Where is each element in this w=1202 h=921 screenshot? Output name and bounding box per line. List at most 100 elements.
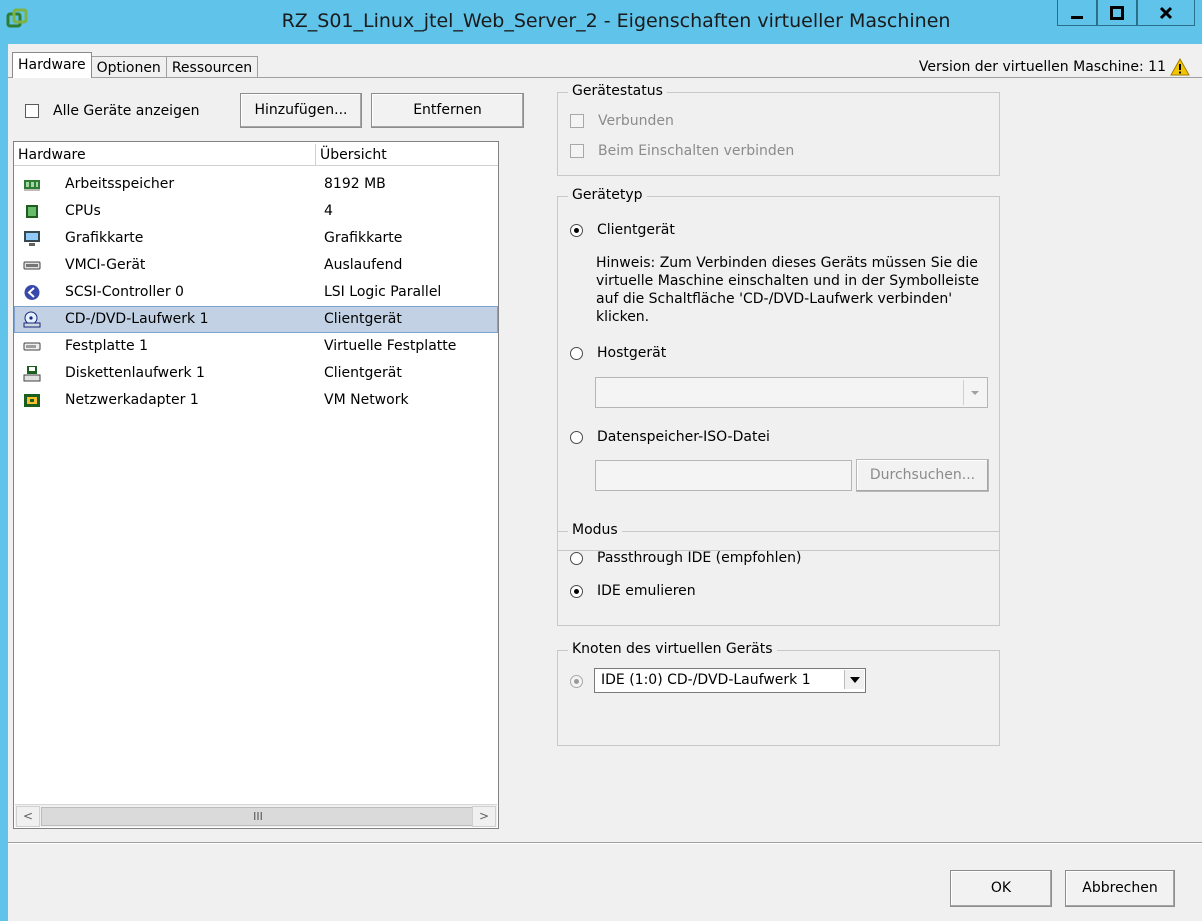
emulate-ide-option[interactable]: IDE emulieren (570, 583, 696, 599)
passthrough-ide-option[interactable]: Passthrough IDE (empfohlen) (570, 550, 801, 566)
hardware-row-cpus[interactable]: CPUs 4 (14, 198, 498, 225)
column-summary[interactable]: Übersicht (316, 144, 498, 165)
host-device-select[interactable] (595, 377, 988, 408)
hardware-row-name: CD-/DVD-Laufwerk 1 (65, 311, 209, 327)
device-node-value: IDE (1:0) CD-/DVD-Laufwerk 1 (601, 672, 811, 688)
hardware-row-hard-disk[interactable]: Festplatte 1 Virtuelle Festplatte (14, 333, 498, 360)
client-device-hint: Hinweis: Zum Verbinden dieses Geräts müs… (596, 255, 980, 325)
mode-group: Modus Passthrough IDE (empfohlen) IDE em… (557, 522, 1000, 626)
virtual-device-node-group: Knoten des virtuellen Geräts IDE (1:0) C… (557, 641, 1000, 746)
client-device-label: Clientgerät (597, 222, 675, 238)
hardware-row-name: SCSI-Controller 0 (65, 284, 184, 300)
ok-button[interactable]: OK (950, 870, 1052, 907)
connect-on-power-label: Beim Einschalten verbinden (598, 143, 795, 159)
host-device-dropdown-button[interactable] (963, 380, 985, 405)
scroll-right-button[interactable]: > (472, 806, 496, 827)
vm-version-label: Version der virtuellen Maschine: 11 (918, 59, 1166, 75)
mode-legend: Modus (568, 522, 622, 538)
client-device-option[interactable]: Clientgerät (570, 222, 675, 238)
column-hardware[interactable]: Hardware (14, 144, 316, 165)
maximize-icon (1110, 5, 1124, 20)
iso-file-radio[interactable] (570, 430, 583, 444)
passthrough-ide-radio[interactable] (570, 551, 583, 565)
iso-file-option[interactable]: Datenspeicher-ISO-Datei (570, 429, 770, 445)
device-type-group: Gerätetyp Clientgerät Hinweis: Zum Verbi… (557, 187, 1000, 551)
hardware-row-name: Diskettenlaufwerk 1 (65, 365, 205, 381)
hardware-row-name: Netzwerkadapter 1 (65, 392, 199, 408)
cancel-button[interactable]: Abbrechen (1065, 870, 1175, 907)
device-type-legend: Gerätetyp (568, 187, 647, 203)
tab-strip: Hardware Optionen Ressourcen (12, 52, 259, 78)
host-device-radio[interactable] (570, 346, 583, 360)
client-device-radio[interactable] (570, 223, 583, 237)
scroll-left-button[interactable]: < (16, 806, 40, 827)
hardware-row-summary: Clientgerät (324, 365, 402, 381)
emulate-ide-radio[interactable] (570, 584, 583, 598)
iso-file-label: Datenspeicher-ISO-Datei (597, 429, 770, 445)
chevron-down-icon (850, 677, 860, 683)
hardware-row-summary: Auslaufend (324, 257, 403, 273)
connected-option[interactable]: Verbunden (570, 113, 674, 129)
remove-button[interactable]: Entfernen (371, 93, 524, 128)
hardware-row-summary: VM Network (324, 392, 409, 408)
maximize-button[interactable] (1097, 0, 1137, 26)
hardware-row-name: CPUs (65, 203, 101, 219)
hardware-row-name: Arbeitsspeicher (65, 176, 175, 192)
network-adapter-icon (24, 394, 40, 407)
host-device-label: Hostgerät (597, 345, 667, 361)
connected-checkbox[interactable] (570, 114, 584, 128)
hardware-list-header: Hardware Übersicht (14, 144, 498, 166)
device-node-dropdown-button[interactable] (844, 670, 864, 689)
hardware-row-summary: Clientgerät (324, 311, 402, 327)
cpu-icon (26, 205, 38, 218)
scsi-controller-icon (24, 285, 40, 300)
footer-divider (8, 842, 1202, 844)
hardware-row-cd-dvd[interactable]: CD-/DVD-Laufwerk 1 Clientgerät (14, 306, 498, 333)
hardware-row-scsi-controller[interactable]: SCSI-Controller 0 LSI Logic Parallel (14, 279, 498, 306)
hardware-row-name: Grafikkarte (65, 230, 144, 246)
connect-on-power-option[interactable]: Beim Einschalten verbinden (570, 143, 794, 159)
connected-label: Verbunden (598, 113, 674, 129)
scroll-thumb[interactable]: III (41, 807, 475, 826)
horizontal-scrollbar[interactable]: < III > (15, 804, 497, 827)
hardware-row-summary: LSI Logic Parallel (324, 284, 442, 300)
hardware-row-summary: Grafikkarte (324, 230, 403, 246)
tab-divider (8, 77, 1202, 78)
add-button[interactable]: Hinzufügen... (240, 93, 362, 128)
hardware-row-name: VMCI-Gerät (65, 257, 146, 273)
hardware-row-summary: Virtuelle Festplatte (324, 338, 457, 354)
device-status-legend: Gerätestatus (568, 83, 667, 99)
browse-button[interactable]: Durchsuchen... (856, 459, 989, 492)
show-all-checkbox[interactable] (25, 104, 39, 118)
monitor-icon (24, 231, 40, 246)
hardware-row-video-card[interactable]: Grafikkarte Grafikkarte (14, 225, 498, 252)
tab-options[interactable]: Optionen (90, 56, 167, 78)
hardware-row-network-adapter[interactable]: Netzwerkadapter 1 VM Network (14, 387, 498, 414)
close-button[interactable] (1137, 0, 1195, 26)
device-node-select[interactable]: IDE (1:0) CD-/DVD-Laufwerk 1 (594, 668, 866, 693)
window-title: RZ_S01_Linux_jtel_Web_Server_2 - Eigensc… (281, 10, 951, 32)
host-device-option[interactable]: Hostgerät (570, 345, 666, 361)
hardware-list[interactable]: Hardware Übersicht Arbeitsspeicher 8192 … (13, 141, 499, 829)
close-icon (1159, 6, 1173, 19)
device-node-radio[interactable] (570, 675, 583, 688)
show-all-label: Alle Geräte anzeigen (53, 103, 200, 119)
title-bar: RZ_S01_Linux_jtel_Web_Server_2 - Eigensc… (0, 0, 1202, 44)
hard-disk-icon (23, 342, 41, 351)
device-status-group: Gerätestatus Verbunden Beim Einschalten … (557, 83, 1000, 176)
chevron-down-icon (971, 391, 979, 395)
tab-hardware[interactable]: Hardware (12, 52, 92, 78)
show-all-devices[interactable]: Alle Geräte anzeigen (25, 103, 199, 119)
cd-dvd-drive-icon (23, 311, 41, 328)
connect-on-power-checkbox[interactable] (570, 144, 584, 158)
minimize-button[interactable] (1057, 0, 1097, 26)
vm-version: Version der virtuellen Maschine: 11 (919, 58, 1190, 76)
hardware-row-vmci[interactable]: VMCI-Gerät Auslaufend (14, 252, 498, 279)
passthrough-ide-label: Passthrough IDE (empfohlen) (597, 550, 802, 566)
hardware-row-summary: 8192 MB (324, 176, 386, 192)
hardware-row-floppy[interactable]: Diskettenlaufwerk 1 Clientgerät (14, 360, 498, 387)
iso-path-input[interactable] (595, 460, 852, 491)
hardware-row-memory[interactable]: Arbeitsspeicher 8192 MB (14, 171, 498, 198)
tab-resources[interactable]: Ressourcen (165, 56, 259, 78)
memory-icon (24, 180, 40, 191)
